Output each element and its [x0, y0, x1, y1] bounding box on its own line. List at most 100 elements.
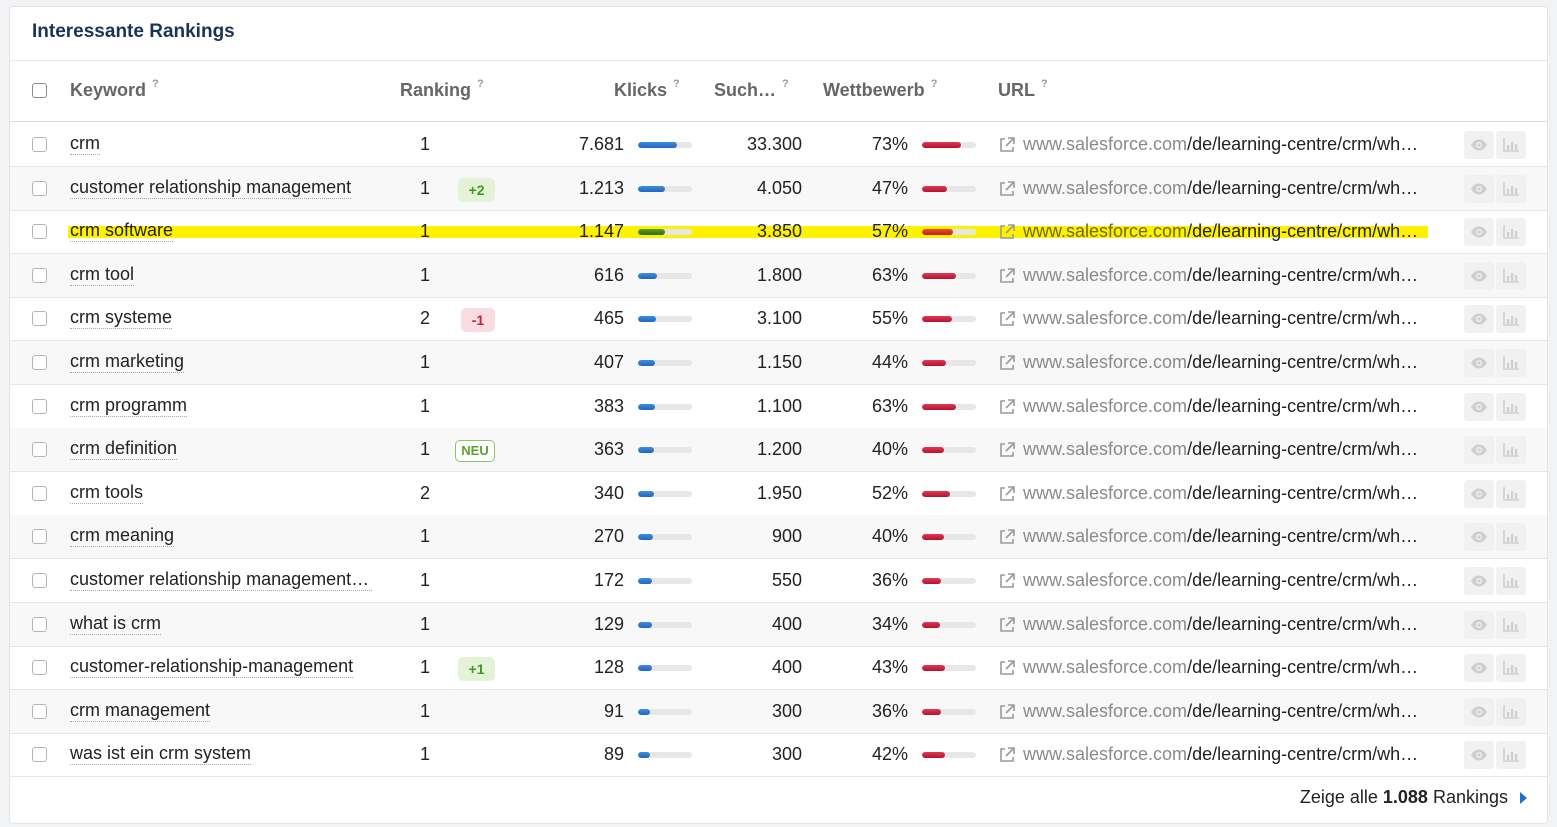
- keyword-link[interactable]: crm software: [70, 220, 174, 243]
- eye-icon[interactable]: [1464, 174, 1494, 203]
- help-icon[interactable]: ?: [673, 78, 680, 90]
- column-ranking[interactable]: Ranking?: [400, 78, 484, 101]
- bar-chart-icon[interactable]: [1496, 567, 1526, 595]
- row-checkbox[interactable]: [32, 355, 47, 370]
- external-link-icon[interactable]: [998, 659, 1016, 677]
- row-checkbox[interactable]: [32, 311, 47, 327]
- eye-icon[interactable]: [1464, 479, 1494, 508]
- ranking-url[interactable]: www.salesforce.com/de/learning-centre/cr…: [1023, 526, 1428, 547]
- row-checkbox[interactable]: [32, 398, 47, 414]
- eye-icon[interactable]: [1464, 436, 1494, 465]
- bar-chart-icon[interactable]: [1496, 131, 1526, 159]
- eye-icon[interactable]: [1464, 218, 1494, 247]
- row-checkbox[interactable]: [32, 660, 47, 676]
- eye-icon[interactable]: [1464, 697, 1494, 726]
- external-link-icon[interactable]: [998, 354, 1016, 372]
- help-icon[interactable]: ?: [782, 78, 789, 90]
- external-link-icon[interactable]: [998, 398, 1016, 416]
- row-checkbox[interactable]: [32, 485, 47, 501]
- keyword-link[interactable]: customer relationship management: [70, 177, 352, 199]
- external-link-icon[interactable]: [998, 267, 1016, 285]
- external-link-icon[interactable]: [998, 441, 1016, 459]
- ranking-url[interactable]: www.salesforce.com/de/learning-centre/cr…: [1023, 308, 1428, 329]
- keyword-link[interactable]: what is crm: [70, 613, 162, 635]
- row-checkbox[interactable]: [32, 267, 47, 283]
- keyword-link[interactable]: crm programm: [70, 395, 188, 417]
- bar-chart-icon[interactable]: [1496, 392, 1526, 421]
- help-icon[interactable]: ?: [152, 78, 159, 90]
- bar-chart-icon[interactable]: [1496, 218, 1526, 247]
- help-icon[interactable]: ?: [1041, 78, 1048, 90]
- external-link-icon[interactable]: [998, 528, 1016, 546]
- external-link-icon[interactable]: [998, 616, 1016, 634]
- bar-chart-icon[interactable]: [1496, 261, 1526, 290]
- external-link-icon[interactable]: [998, 223, 1016, 241]
- row-checkbox[interactable]: [32, 180, 47, 196]
- keyword-link[interactable]: crm meaning: [70, 525, 175, 548]
- external-link-icon[interactable]: [998, 746, 1016, 764]
- ranking-url[interactable]: www.salesforce.com/de/learning-centre/cr…: [1023, 570, 1428, 591]
- eye-icon[interactable]: [1464, 349, 1494, 377]
- bar-chart-icon[interactable]: [1496, 174, 1526, 203]
- row-checkbox[interactable]: [32, 747, 47, 763]
- help-icon[interactable]: ?: [931, 78, 938, 90]
- row-checkbox[interactable]: [32, 616, 47, 632]
- column-search-volume[interactable]: Such…?: [714, 78, 789, 101]
- eye-icon[interactable]: [1464, 392, 1494, 421]
- ranking-url[interactable]: www.salesforce.com/de/learning-centre/cr…: [1023, 396, 1428, 417]
- keyword-link[interactable]: crm tool: [70, 264, 135, 286]
- keyword-link[interactable]: crm systeme: [70, 307, 173, 330]
- external-link-icon[interactable]: [998, 703, 1016, 721]
- select-all-checkbox[interactable]: [32, 83, 47, 98]
- bar-chart-icon[interactable]: [1496, 610, 1526, 639]
- ranking-url[interactable]: www.salesforce.com/de/learning-centre/cr…: [1023, 221, 1428, 242]
- row-checkbox[interactable]: [32, 224, 47, 240]
- eye-icon[interactable]: [1464, 523, 1494, 552]
- keyword-link[interactable]: customer relationship management definit…: [70, 569, 372, 591]
- eye-icon[interactable]: [1464, 261, 1494, 290]
- external-link-icon[interactable]: [998, 180, 1016, 198]
- ranking-url[interactable]: www.salesforce.com/de/learning-centre/cr…: [1023, 439, 1428, 460]
- keyword-link[interactable]: crm tools: [70, 482, 144, 504]
- keyword-link[interactable]: crm management: [70, 700, 211, 722]
- keyword-link[interactable]: crm marketing: [70, 351, 185, 373]
- row-checkbox[interactable]: [32, 442, 47, 458]
- bar-chart-icon[interactable]: [1496, 523, 1526, 552]
- external-link-icon[interactable]: [998, 572, 1016, 590]
- external-link-icon[interactable]: [998, 485, 1016, 503]
- ranking-url[interactable]: www.salesforce.com/de/learning-centre/cr…: [1023, 178, 1428, 199]
- row-checkbox[interactable]: [32, 529, 47, 545]
- bar-chart-icon[interactable]: [1496, 305, 1526, 334]
- column-klicks[interactable]: Klicks?: [614, 78, 680, 101]
- bar-chart-icon[interactable]: [1496, 654, 1526, 683]
- ranking-url[interactable]: www.salesforce.com/de/learning-centre/cr…: [1023, 657, 1428, 678]
- eye-icon[interactable]: [1464, 131, 1494, 159]
- ranking-url[interactable]: www.salesforce.com/de/learning-centre/cr…: [1023, 265, 1428, 286]
- ranking-url[interactable]: www.salesforce.com/de/learning-centre/cr…: [1023, 134, 1428, 155]
- eye-icon[interactable]: [1464, 741, 1494, 770]
- ranking-url[interactable]: www.salesforce.com/de/learning-centre/cr…: [1023, 352, 1428, 373]
- row-checkbox[interactable]: [32, 137, 47, 152]
- external-link-icon[interactable]: [998, 136, 1016, 154]
- column-keyword[interactable]: Keyword?: [70, 78, 159, 101]
- row-checkbox[interactable]: [32, 703, 47, 719]
- eye-icon[interactable]: [1464, 567, 1494, 595]
- bar-chart-icon[interactable]: [1496, 697, 1526, 726]
- keyword-link[interactable]: crm definition: [70, 438, 178, 461]
- bar-chart-icon[interactable]: [1496, 349, 1526, 377]
- ranking-url[interactable]: www.salesforce.com/de/learning-centre/cr…: [1023, 483, 1428, 504]
- ranking-url[interactable]: www.salesforce.com/de/learning-centre/cr…: [1023, 744, 1428, 765]
- eye-icon[interactable]: [1464, 305, 1494, 334]
- eye-icon[interactable]: [1464, 654, 1494, 683]
- external-link-icon[interactable]: [998, 310, 1016, 328]
- show-all-rankings-link[interactable]: Zeige alle 1.088 Rankings: [1300, 787, 1527, 808]
- ranking-url[interactable]: www.salesforce.com/de/learning-centre/cr…: [1023, 614, 1428, 635]
- help-icon[interactable]: ?: [477, 78, 484, 90]
- bar-chart-icon[interactable]: [1496, 741, 1526, 770]
- keyword-link[interactable]: was ist ein crm system: [70, 743, 252, 766]
- bar-chart-icon[interactable]: [1496, 479, 1526, 508]
- bar-chart-icon[interactable]: [1496, 436, 1526, 465]
- eye-icon[interactable]: [1464, 610, 1494, 639]
- ranking-url[interactable]: www.salesforce.com/de/learning-centre/cr…: [1023, 701, 1428, 722]
- column-url[interactable]: URL?: [998, 78, 1048, 101]
